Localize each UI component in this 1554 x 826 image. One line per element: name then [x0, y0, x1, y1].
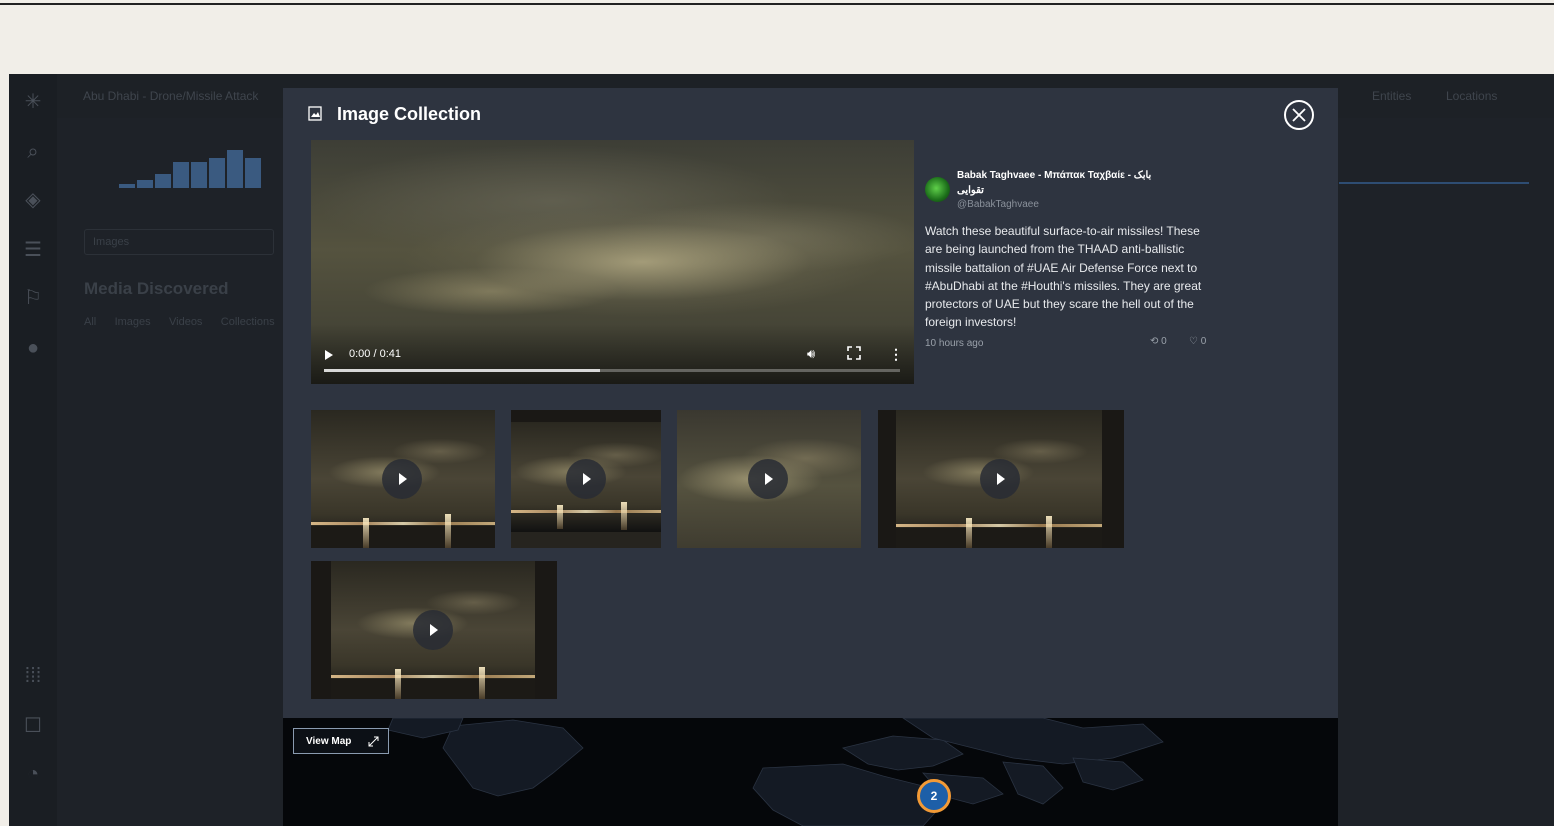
modal-title: Image Collection — [337, 104, 482, 124]
view-map-label: View Map — [306, 736, 352, 747]
media-thumbnail[interactable] — [511, 410, 661, 548]
video-controls: 0:00 / 0:41 🔊︎ ⋮ — [311, 324, 914, 384]
filter-tab-collections[interactable]: Collections — [221, 316, 275, 328]
timeline-line — [1339, 182, 1529, 184]
more-options-icon[interactable]: ⋮ — [889, 346, 903, 363]
filter-tab-images[interactable]: Images — [115, 316, 151, 328]
search-icon[interactable]: ⌕ — [21, 140, 45, 164]
tweet-author-name[interactable]: Babak Taghvaee - Μπάπακ Ταχβαίε - بابک ت… — [957, 168, 1177, 198]
expand-icon — [368, 736, 379, 747]
layers-icon[interactable]: ◈ — [21, 188, 45, 212]
logo-icon: ✳ — [24, 91, 42, 113]
media-thumbnail[interactable] — [677, 410, 861, 548]
image-icon — [308, 106, 322, 121]
bookmark-icon[interactable]: ⚐ — [21, 286, 45, 310]
play-icon[interactable] — [748, 459, 788, 499]
avatar-icon[interactable]: ● — [21, 336, 45, 360]
section-title: Media Discovered — [84, 279, 229, 298]
retweet-count[interactable]: ⟲ 0 — [1150, 336, 1167, 347]
video-player[interactable]: 0:00 / 0:41 🔊︎ ⋮ — [311, 140, 914, 384]
tab-locations[interactable]: Locations — [1446, 89, 1497, 103]
filter-tab-all[interactable]: All — [84, 316, 96, 328]
close-button[interactable] — [1284, 100, 1314, 130]
world-map[interactable]: View Map 2 — [283, 718, 1338, 826]
media-thumbnail[interactable] — [311, 410, 495, 548]
play-icon[interactable] — [325, 350, 333, 360]
heart-icon: ♡ — [1189, 336, 1198, 347]
tweet-author-handle[interactable]: @BabakTaghvaee — [957, 199, 1039, 210]
map-landmass — [387, 718, 1164, 826]
media-search-input[interactable]: Images — [84, 229, 274, 255]
modal-header: Image Collection — [283, 88, 1338, 140]
video-buffered-bar — [324, 369, 601, 372]
tab-entities[interactable]: Entities — [1372, 89, 1411, 103]
retweet-icon: ⟲ — [1150, 336, 1159, 347]
grid-icon[interactable]: ⁞⁞⁞ — [21, 664, 45, 688]
chat-icon[interactable]: ☐ — [21, 714, 45, 738]
map-cluster-marker[interactable]: 2 — [917, 779, 951, 813]
play-icon[interactable] — [566, 459, 606, 499]
app-title: Abu Dhabi - Drone/Missile Attack — [83, 89, 259, 103]
list-icon[interactable]: ☰ — [21, 238, 45, 262]
video-progress-bar[interactable] — [324, 369, 900, 372]
filter-tab-videos[interactable]: Videos — [169, 316, 202, 328]
media-thumbnail[interactable] — [878, 410, 1124, 548]
retweet-value: 0 — [1161, 336, 1167, 347]
timeline-histogram — [119, 144, 289, 188]
fullscreen-icon[interactable] — [847, 346, 861, 360]
play-icon[interactable] — [980, 459, 1020, 499]
close-icon — [1292, 108, 1306, 122]
play-icon[interactable] — [382, 459, 422, 499]
avatar[interactable] — [925, 177, 950, 202]
filter-tabs: All Images Videos Collections — [84, 316, 275, 328]
volume-icon[interactable]: 🔊︎ — [807, 346, 815, 362]
play-icon[interactable] — [413, 610, 453, 650]
help-icon[interactable]: ◔ — [21, 762, 45, 786]
top-border — [0, 3, 1554, 5]
media-thumbnail[interactable] — [311, 561, 557, 699]
app-sidebar: ✳ ⌕ ◈ ☰ ⚐ ● ⁞⁞⁞ ☐ ◔ — [9, 74, 57, 826]
tweet-text: Watch these beautiful surface-to-air mis… — [925, 224, 1202, 330]
image-collection-modal: Image Collection 0:00 / 0:41 🔊︎ ⋮ Babak … — [283, 88, 1338, 718]
video-time: 0:00 / 0:41 — [349, 348, 401, 360]
like-value: 0 — [1200, 336, 1207, 347]
view-map-button[interactable]: View Map — [293, 728, 389, 754]
like-count[interactable]: ♡ 0 — [1189, 336, 1206, 347]
tweet-timestamp: 10 hours ago — [925, 338, 984, 349]
